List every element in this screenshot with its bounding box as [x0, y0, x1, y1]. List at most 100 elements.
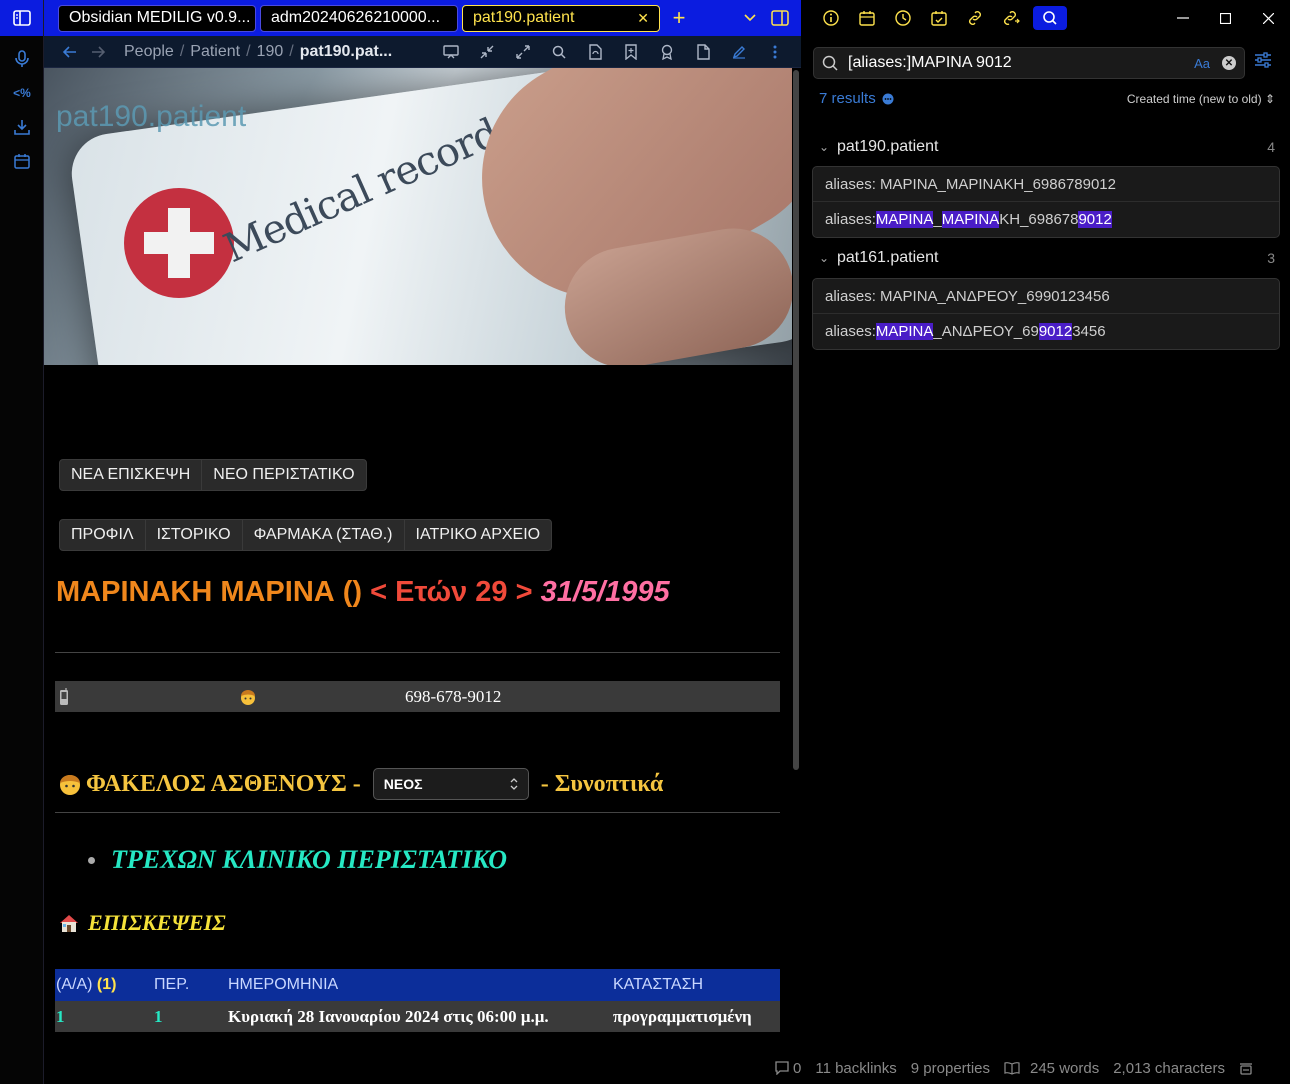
result-group-header[interactable]: ⌄ pat161.patient 3 [819, 249, 1275, 267]
new-tab-button[interactable]: + [664, 3, 694, 33]
sort-dropdown[interactable]: Created time (new to old) ⇕ [1127, 92, 1275, 106]
search-match[interactable]: aliases: ΜΑΡΙΝΑ_ΑΝΔΡΕΟΥ_6990123456 [813, 279, 1279, 314]
calendar-tab[interactable] [849, 3, 885, 33]
search-match[interactable]: aliases: ΜΑΡΙΝΑ_ΜΑΡΙΝΑΚΗ_6986789012 [813, 167, 1279, 202]
cell-case[interactable]: 1 [154, 1007, 228, 1027]
more-options-button[interactable] [757, 38, 793, 66]
maximize-button[interactable] [1204, 0, 1247, 36]
patient-status-select[interactable]: ΝΕΟΣ [372, 768, 529, 800]
daily-tab[interactable] [921, 3, 957, 33]
collapse-button[interactable] [469, 38, 505, 66]
note-scrollbar[interactable] [793, 70, 799, 770]
sync-icon[interactable] [1239, 1061, 1253, 1075]
result-group-header[interactable]: ⌄ pat190.patient 4 [819, 138, 1275, 156]
minimize-button[interactable] [1161, 0, 1204, 36]
tab-medilig[interactable]: Obsidian MEDILIG v0.9... [58, 4, 256, 32]
breadcrumb-people[interactable]: People [124, 43, 174, 61]
search-match[interactable]: aliases: ΜΑΡΙΝΑ_ΑΝΔΡΕΟΥ_6990123456 [813, 314, 1279, 349]
match-case-toggle[interactable]: Aa [1194, 56, 1210, 71]
breadcrumb-190[interactable]: 190 [257, 43, 284, 61]
contact-bar: 698-678-9012 [55, 681, 780, 712]
cast-button[interactable] [433, 38, 469, 66]
tab-label: adm20240626210000... [271, 9, 441, 26]
chevron-down-icon[interactable]: ⌄ [819, 251, 837, 265]
action-buttons-row2: ΠΡΟΦΙΛ ΙΣΤΟΡΙΚΟ ΦΑΡΜΑΚΑ (ΣΤΑΘ.) ΙΑΤΡΙΚΟ … [59, 519, 553, 551]
search-tab[interactable] [1033, 6, 1067, 30]
code-icon: <% [13, 86, 31, 100]
col-date-header[interactable]: ΗΜΕΡΟΜΗΝΙΑ [228, 976, 613, 994]
edit-mode-button[interactable] [721, 38, 757, 66]
current-case-link[interactable]: ΤΡΕΧΩΝ ΚΛΙΝΙΚΟ ΠΕΡΙΣΤΑΤΙΚΟ [111, 845, 507, 875]
inline-title[interactable]: pat190.patient [56, 100, 246, 134]
history-button[interactable]: ΙΣΤΟΡΙΚΟ [146, 520, 243, 550]
divider [55, 812, 780, 813]
match-text: aliases: [825, 323, 876, 340]
new-visit-button[interactable]: ΝΕΑ ΕΠΙΣΚΕΨΗ [60, 460, 203, 490]
search-query[interactable]: [aliases:]ΜΑΡΙΝΑ 9012 [848, 54, 1194, 72]
close-icon[interactable]: ✕ [637, 10, 649, 27]
result-file-name[interactable]: pat161.patient [837, 249, 938, 267]
expand-button[interactable] [505, 38, 541, 66]
pencil-icon [732, 45, 745, 59]
backlinks-count[interactable]: 11 backlinks [815, 1060, 896, 1077]
award-button[interactable] [649, 38, 685, 66]
arrow-left-icon [63, 45, 76, 58]
info-tab[interactable] [813, 3, 849, 33]
breadcrumb-current[interactable]: pat190.pat... [300, 43, 392, 61]
match-text: _ΑΝΔΡΕΟΥ_69 [933, 323, 1039, 340]
col-case-header[interactable]: ΠΕΡ. [154, 976, 228, 994]
properties-count[interactable]: 9 properties [911, 1060, 990, 1077]
backlinks-tab[interactable] [957, 3, 993, 33]
tab-pat190[interactable]: pat190.patient ✕ [462, 4, 660, 32]
sidebar-toggle-button[interactable] [0, 0, 43, 36]
search-note-button[interactable] [541, 38, 577, 66]
medical-record-button[interactable]: ΙΑΤΡΙΚΟ ΑΡΧΕΙΟ [405, 520, 552, 550]
col-status-header[interactable]: ΚΑΤΑΣΤΑΣΗ [613, 976, 780, 994]
phone-number[interactable]: 698-678-9012 [405, 687, 501, 707]
banner-image: Medical record pat190.patient [44, 68, 792, 365]
file-button[interactable] [685, 38, 721, 66]
bookmark-button[interactable] [613, 38, 649, 66]
breadcrumb-sep: / [246, 42, 251, 60]
tab-bar: Obsidian MEDILIG v0.9... adm202406262100… [44, 0, 801, 36]
tab-adm[interactable]: adm20240626210000... [260, 4, 458, 32]
new-case-button[interactable]: ΝΕΟ ΠΕΡΙΣΤΑΤΙΚΟ [202, 460, 365, 490]
back-button[interactable] [56, 38, 84, 66]
comment-count[interactable]: 0 [793, 1060, 801, 1077]
chevron-down-icon[interactable]: ⌄ [819, 140, 837, 154]
patient-age: < Ετών 29 > [362, 576, 541, 608]
forward-button[interactable] [84, 38, 112, 66]
match-highlight: ΜΑΡΙΝΑ [875, 211, 934, 228]
file-sync-icon [589, 43, 602, 60]
result-file-name[interactable]: pat190.patient [837, 138, 938, 156]
more-horizontal-icon[interactable] [882, 93, 894, 105]
calendar-button[interactable] [0, 144, 44, 178]
col-aa-header[interactable]: (Α/Α) (1) [55, 976, 154, 994]
tab-list-button[interactable] [735, 3, 765, 33]
header-text: (Α/Α) [56, 976, 93, 993]
minimize-icon [1176, 17, 1189, 19]
breadcrumb-patient[interactable]: Patient [190, 43, 240, 61]
visits-heading: ΕΠΙΣΚΕΨΕΙΣ [58, 910, 226, 936]
import-button[interactable] [0, 110, 44, 144]
recent-tab[interactable] [885, 3, 921, 33]
more-vertical-icon [773, 45, 777, 58]
mobile-phone-icon [60, 687, 68, 705]
breadcrumb-sep: / [179, 42, 185, 60]
search-match[interactable]: aliases: ΜΑΡΙΝΑ_ΜΑΡΙΝΑΚΗ_6986789012 [813, 202, 1279, 237]
action-buttons-row1: ΝΕΑ ΕΠΙΣΚΕΨΗ ΝΕΟ ΠΕΡΙΣΤΑΤΙΚΟ [59, 459, 367, 491]
voice-button[interactable] [0, 42, 44, 76]
file-sync-button[interactable] [577, 38, 613, 66]
right-sidebar-toggle[interactable] [765, 3, 795, 33]
templater-button[interactable]: <% [0, 76, 44, 110]
profile-button[interactable]: ΠΡΟΦΙΛ [60, 520, 146, 550]
outgoing-links-tab[interactable] [993, 3, 1029, 33]
close-window-button[interactable] [1247, 0, 1290, 36]
search-settings-button[interactable] [1254, 51, 1272, 69]
chevron-down-icon [744, 14, 756, 22]
clear-search-icon[interactable]: ✕ [1222, 56, 1236, 70]
match-text: aliases: ΜΑΡΙΝΑ_ΑΝΔΡΕΟΥ_6990123456 [825, 287, 1110, 305]
search-input[interactable]: [aliases:]ΜΑΡΙΝΑ 9012 Aa ✕ [813, 47, 1245, 79]
medications-button[interactable]: ΦΑΡΜΑΚΑ (ΣΤΑΘ.) [243, 520, 405, 550]
cell-aa[interactable]: 1 [55, 1007, 154, 1027]
